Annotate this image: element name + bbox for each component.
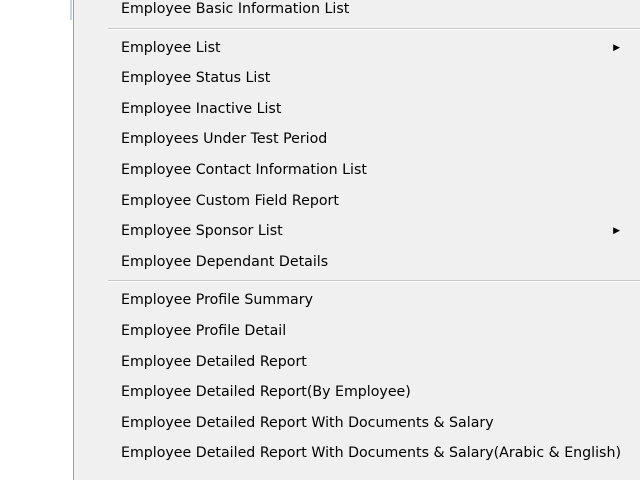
menu-item-label: Employee List xyxy=(121,39,221,56)
menu-item-label: Employee Profile Detail xyxy=(121,322,287,339)
menu-item-employee-detailed-report-with-documents-salary[interactable]: Employee Detailed Report With Documents … xyxy=(108,408,640,439)
menu-item-employee-list[interactable]: Employee List ▶ xyxy=(108,33,640,64)
menu-item-label: Employee Dependant Details xyxy=(121,253,329,270)
menu-icon-gutter xyxy=(74,0,106,480)
menu-item-employee-inactive-list[interactable]: Employee Inactive List xyxy=(108,94,640,125)
menu-separator xyxy=(108,277,640,285)
menu-item-employee-detailed-report[interactable]: Employee Detailed Report xyxy=(108,347,640,378)
menu-item-employee-contact-information-list[interactable]: Employee Contact Information List xyxy=(108,155,640,186)
menu-item-label: Employee Inactive List xyxy=(121,100,282,117)
menu-item-employee-basic-information-list[interactable]: Employee Basic Information List xyxy=(108,0,640,25)
window-edge xyxy=(70,0,72,20)
menu-item-label: Employee Detailed Report xyxy=(121,353,307,370)
menu-item-employee-status-list[interactable]: Employee Status List xyxy=(108,63,640,94)
context-menu: Employee Basic Information List Employee … xyxy=(73,0,640,480)
menu-item-label: Employee Custom Field Report xyxy=(121,192,339,209)
menu-item-employee-detailed-report-by-employee[interactable]: Employee Detailed Report(By Employee) xyxy=(108,377,640,408)
menu-separator xyxy=(108,25,640,33)
menu-item-employee-dependant-details[interactable]: Employee Dependant Details xyxy=(108,247,640,278)
screen: Employee Basic Information List Employee … xyxy=(0,0,640,480)
menu-item-employee-sponsor-list[interactable]: Employee Sponsor List ▶ xyxy=(108,216,640,247)
menu-item-employee-custom-field-report[interactable]: Employee Custom Field Report xyxy=(108,186,640,217)
menu-item-employees-under-test-period[interactable]: Employees Under Test Period xyxy=(108,124,640,155)
menu-item-employee-profile-summary[interactable]: Employee Profile Summary xyxy=(108,285,640,316)
menu-item-label: Employee Detailed Report With Documents … xyxy=(121,414,494,431)
menu-item-label: Employee Detailed Report With Documents … xyxy=(121,445,621,462)
menu-item-label: Employees Under Test Period xyxy=(121,131,328,148)
menu-item-label: Employee Contact Information List xyxy=(121,161,367,178)
menu-item-label: Employee Profile Summary xyxy=(121,292,313,309)
menu-item-label: Employee Detailed Report(By Employee) xyxy=(121,384,411,401)
menu-item-label: Employee Basic Information List xyxy=(121,1,350,17)
menu-item-label: Employee Sponsor List xyxy=(121,223,283,240)
chevron-right-icon: ▶ xyxy=(613,42,620,53)
menu-item-employee-detailed-report-with-documents-salary-arabic-english[interactable]: Employee Detailed Report With Documents … xyxy=(108,438,640,469)
chevron-right-icon: ▶ xyxy=(613,226,620,237)
menu-item-label: Employee Status List xyxy=(121,70,271,87)
menu-list: Employee Basic Information List Employee … xyxy=(108,0,640,469)
menu-item-employee-profile-detail[interactable]: Employee Profile Detail xyxy=(108,316,640,347)
